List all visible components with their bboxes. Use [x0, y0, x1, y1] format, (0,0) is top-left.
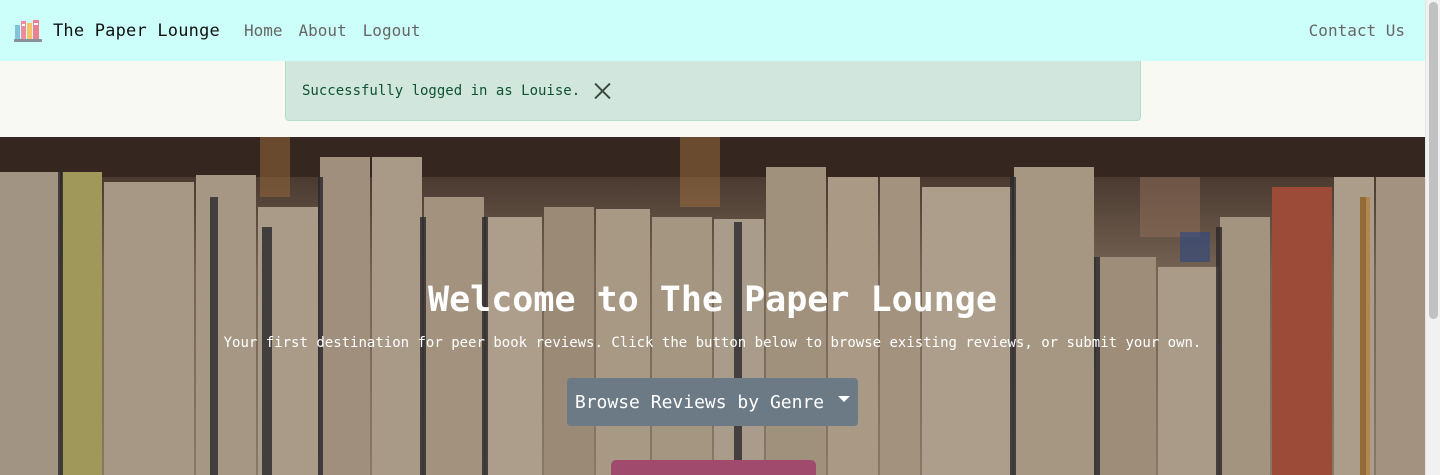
scrollbar-thumb[interactable]: [1429, 2, 1438, 319]
navbar: The Paper Lounge Home About Logout Conta…: [0, 0, 1425, 61]
login-success-alert: Successfully logged in as Louise.: [285, 61, 1141, 121]
caret-down-icon: [838, 396, 851, 402]
browse-reviews-dropdown-button[interactable]: Browse Reviews by Genre: [567, 378, 858, 426]
hero-title: Welcome to The Paper Lounge: [428, 280, 997, 320]
secondary-action-button[interactable]: [611, 460, 816, 475]
nav-contact-link[interactable]: Contact Us: [1309, 21, 1405, 40]
page-scrollbar[interactable]: [1425, 0, 1440, 475]
nav-links: Home About Logout: [244, 21, 421, 40]
browse-button-label: Browse Reviews by Genre: [574, 391, 825, 413]
hero-content: Welcome to The Paper Lounge Your first d…: [0, 137, 1425, 475]
brand-name: The Paper Lounge: [53, 20, 220, 41]
alert-message: Successfully logged in as Louise.: [302, 82, 581, 99]
hero-banner: Welcome to The Paper Lounge Your first d…: [0, 137, 1425, 475]
nav-logout-link[interactable]: Logout: [363, 21, 421, 40]
books-icon: [14, 19, 42, 42]
close-icon[interactable]: [592, 81, 612, 101]
nav-about-link[interactable]: About: [299, 21, 347, 40]
nav-home-link[interactable]: Home: [244, 21, 283, 40]
brand-link[interactable]: The Paper Lounge: [13, 18, 220, 44]
hero-subtitle: Your first destination for peer book rev…: [223, 335, 1202, 351]
